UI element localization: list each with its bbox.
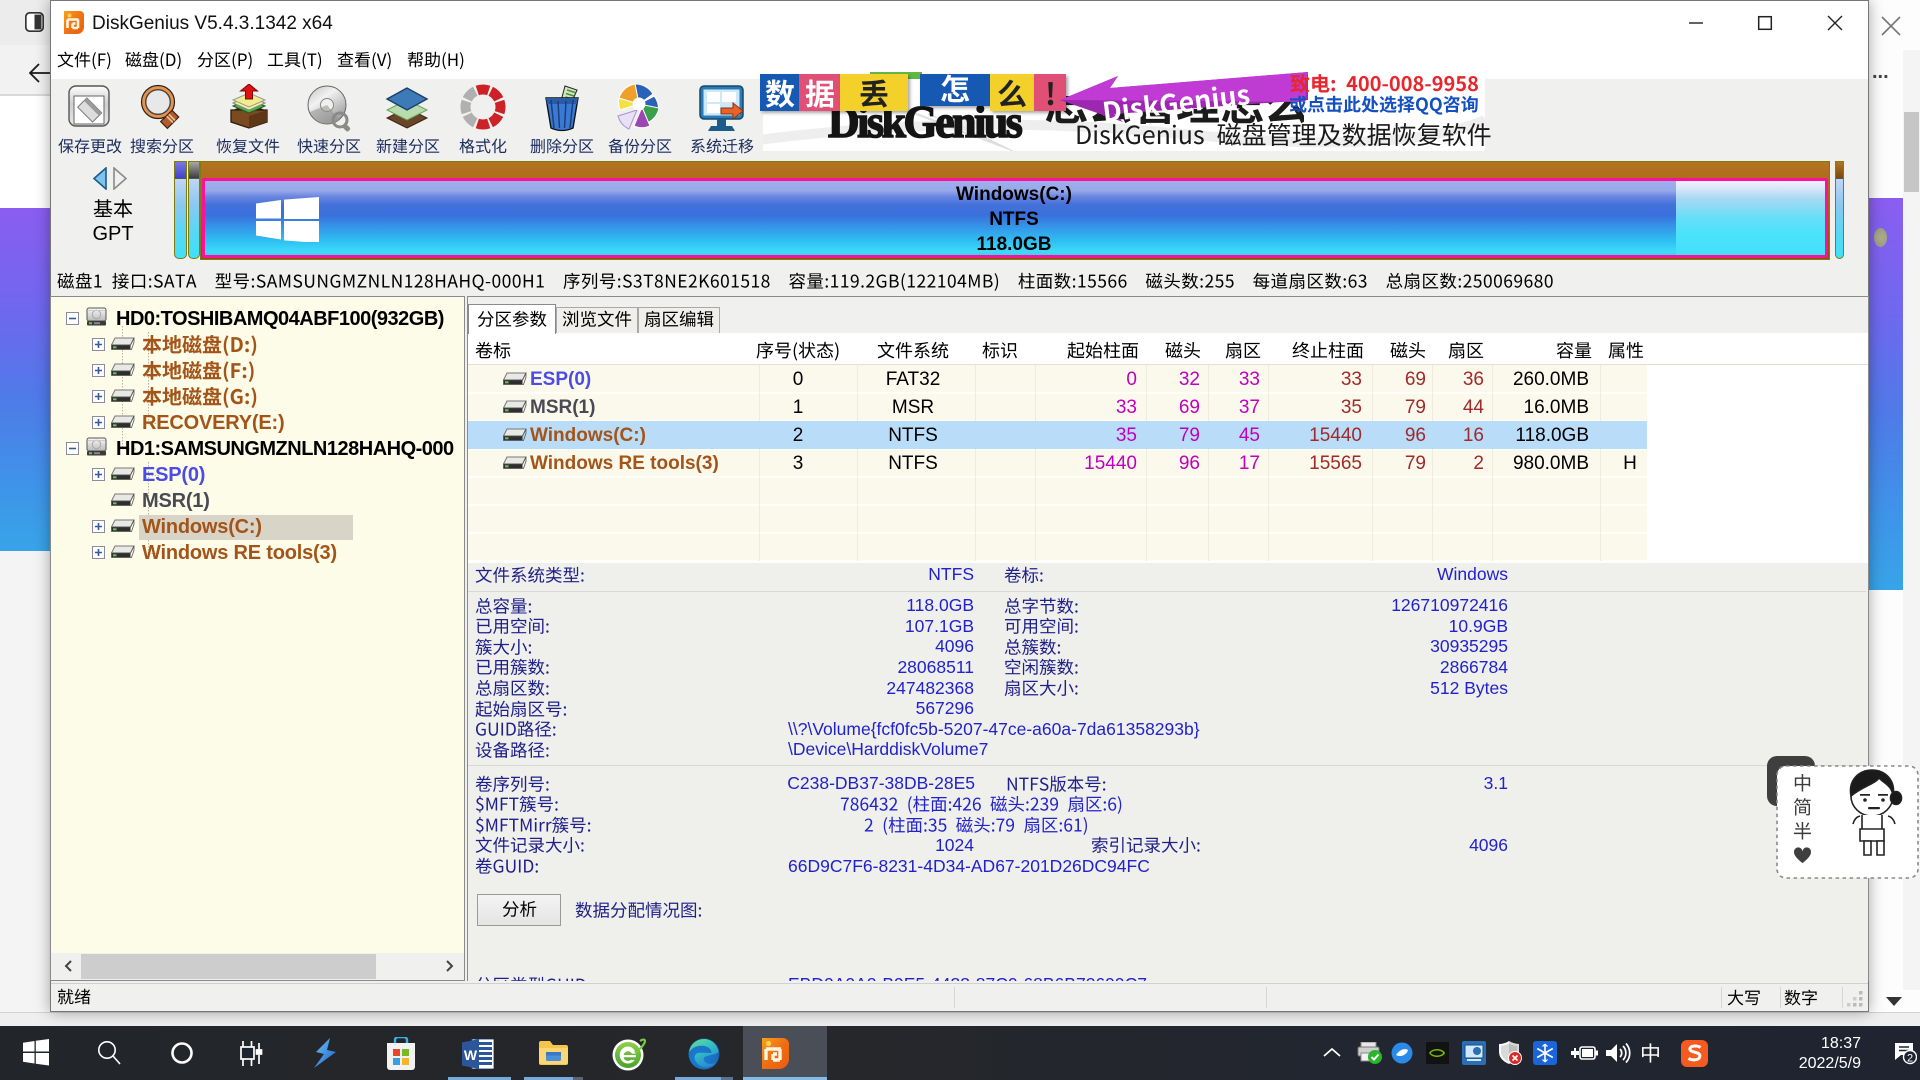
svg-text:W: W xyxy=(464,1047,478,1063)
svg-text:2: 2 xyxy=(1907,1053,1913,1065)
